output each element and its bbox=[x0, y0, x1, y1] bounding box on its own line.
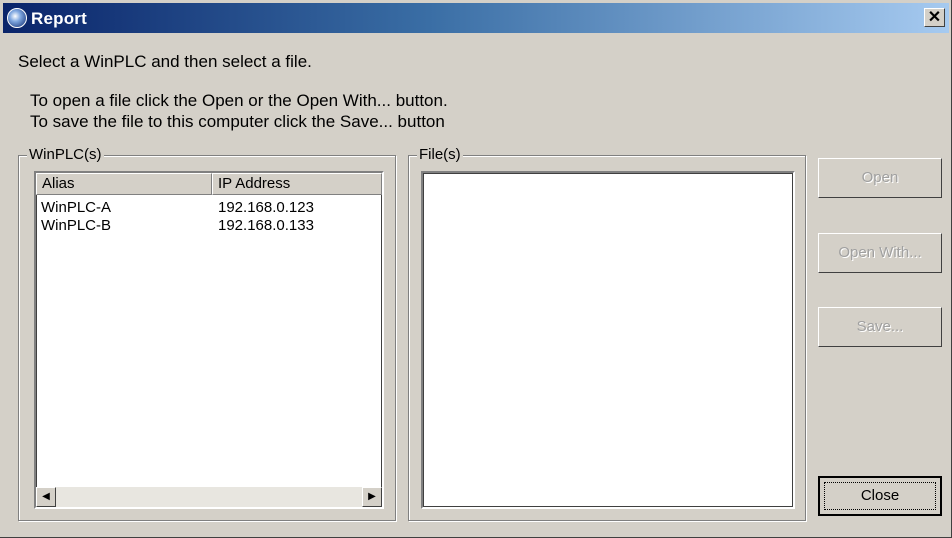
close-button[interactable]: Close bbox=[818, 476, 942, 516]
file-list[interactable] bbox=[421, 171, 795, 509]
save-button[interactable]: Save... bbox=[818, 307, 942, 347]
list-item[interactable]: WinPLC-B 192.168.0.133 bbox=[36, 217, 382, 235]
open-with-button[interactable]: Open With... bbox=[818, 233, 942, 273]
winplc-alias: WinPLC-B bbox=[41, 217, 112, 234]
column-header-alias[interactable]: Alias bbox=[36, 173, 212, 195]
title-bar[interactable]: Report ✕ bbox=[3, 3, 949, 33]
files-group: File(s) bbox=[408, 146, 806, 521]
close-icon[interactable]: ✕ bbox=[924, 8, 945, 27]
instruction-line-1: Select a WinPLC and then select a file. bbox=[18, 52, 312, 71]
column-header-ip-address[interactable]: IP Address bbox=[212, 173, 382, 195]
winplc-group-label: WinPLC(s) bbox=[27, 146, 104, 163]
report-dialog: Report ✕ Select a WinPLC and then select… bbox=[0, 0, 952, 538]
winplc-alias: WinPLC-A bbox=[41, 199, 112, 216]
winplc-ip: 192.168.0.123 bbox=[218, 199, 314, 216]
open-button[interactable]: Open bbox=[818, 158, 942, 198]
instruction-line-2: To open a file click the Open or the Ope… bbox=[30, 91, 448, 110]
list-item[interactable]: WinPLC-A 192.168.0.123 bbox=[36, 199, 382, 217]
winplc-list[interactable]: Alias IP Address WinPLC-A 192.168.0.123 … bbox=[34, 171, 384, 509]
winplc-ip: 192.168.0.133 bbox=[218, 217, 314, 234]
horizontal-scrollbar[interactable]: ◀ ▶ bbox=[36, 487, 382, 507]
files-group-label: File(s) bbox=[417, 146, 463, 163]
scroll-right-icon[interactable]: ▶ bbox=[362, 487, 382, 507]
winplc-group: WinPLC(s) Alias IP Address WinPLC-A 192.… bbox=[18, 146, 396, 521]
report-app-icon bbox=[7, 8, 27, 28]
instruction-line-3: To save the file to this computer click … bbox=[30, 112, 445, 131]
focus-rectangle bbox=[824, 482, 936, 510]
scroll-left-icon[interactable]: ◀ bbox=[36, 487, 56, 507]
window-title: Report bbox=[31, 9, 87, 28]
